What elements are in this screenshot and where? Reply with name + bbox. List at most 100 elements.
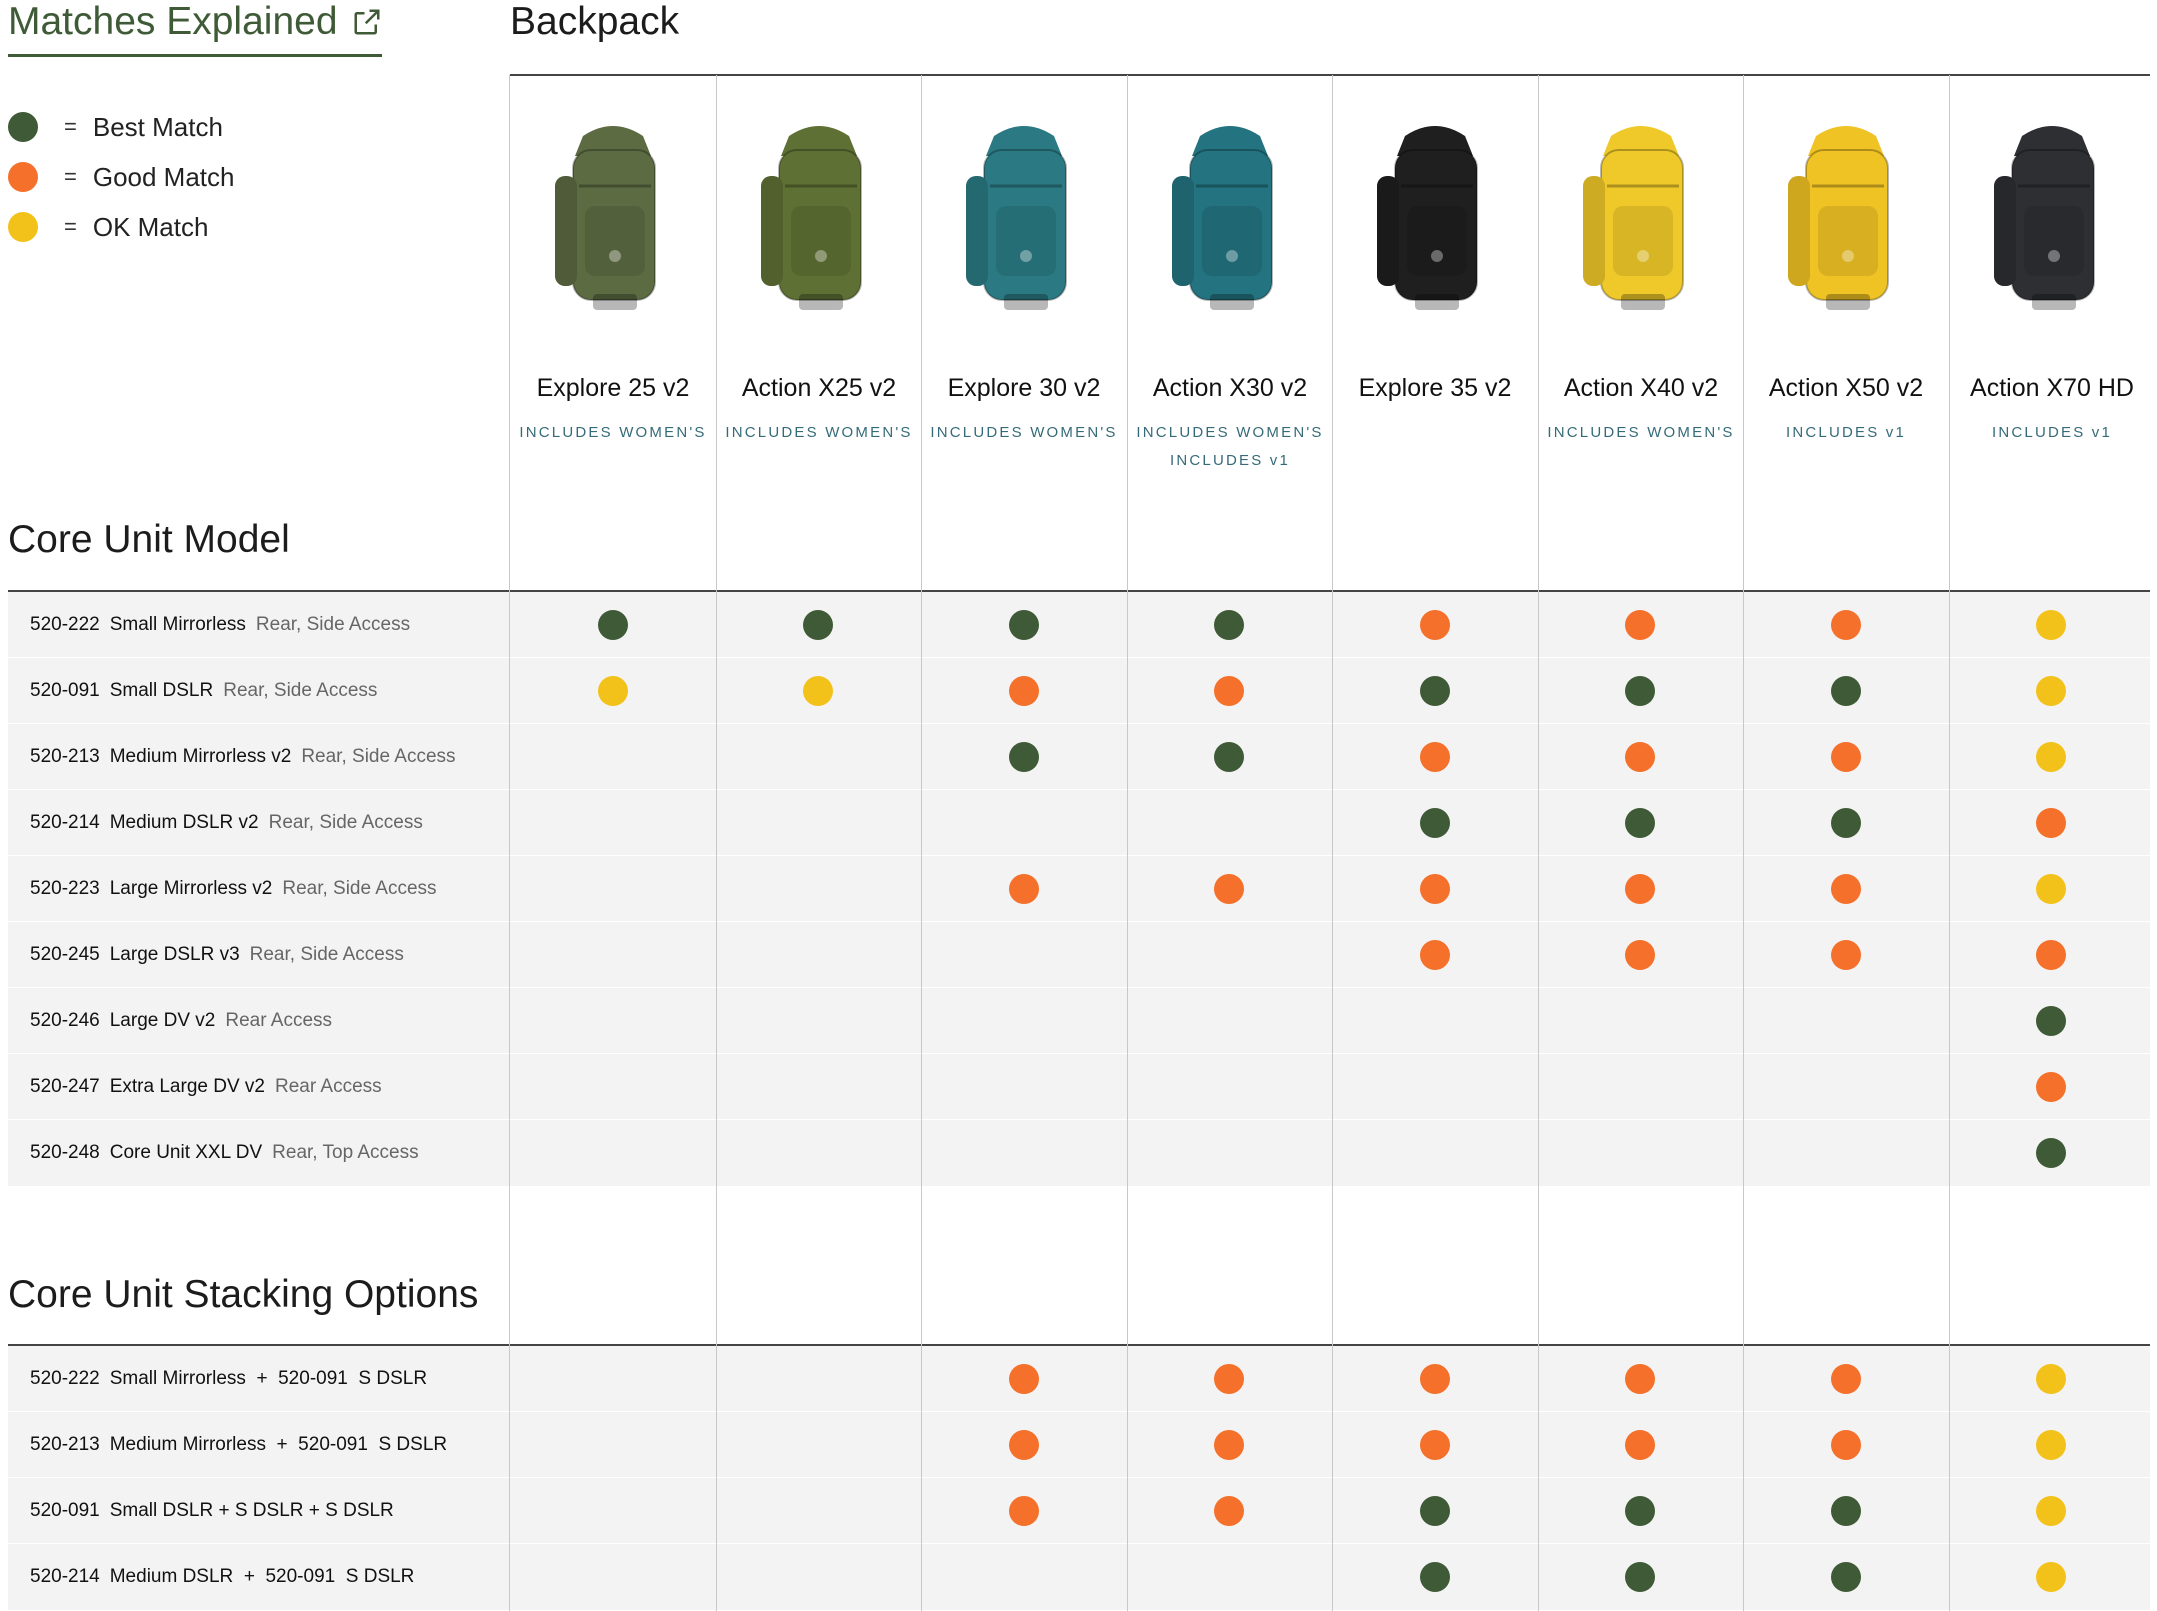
- product-note: INCLUDES v1: [1743, 419, 1949, 447]
- core-unit-access: Rear, Side Access: [268, 812, 423, 833]
- product-name[interactable]: Action X30 v2: [1127, 374, 1333, 403]
- best-match-dot-icon: [1625, 1496, 1655, 1526]
- core-unit-name: Large Mirrorless v2: [109, 878, 273, 899]
- core-unit-access: Rear, Side Access: [223, 680, 378, 701]
- matches-explained-link[interactable]: Matches Explained: [8, 0, 382, 57]
- table-row: 520-214 Medium DSLR v2 Rear, Side Access: [8, 790, 2150, 856]
- product-column-header[interactable]: Action X25 v2 INCLUDES WOMEN'S: [716, 76, 922, 447]
- product-name[interactable]: Explore 25 v2: [510, 374, 716, 403]
- row-separator: [8, 657, 2150, 658]
- product-column-header[interactable]: Explore 30 v2 INCLUDES WOMEN'S: [921, 76, 1127, 447]
- core-unit-name: Medium DSLR v2: [109, 812, 259, 833]
- good-match-dot-icon: [1625, 940, 1655, 970]
- good-match-dot-icon: [1831, 1364, 1861, 1394]
- core-unit-code: 520-213: [30, 1434, 100, 1455]
- product-column-header[interactable]: Action X50 v2 INCLUDES v1: [1743, 76, 1949, 447]
- good-match-dot-icon: [1009, 1430, 1039, 1460]
- row-separator: [8, 1477, 2150, 1478]
- core-unit-code: 520-222: [30, 1368, 100, 1389]
- row-separator: [8, 1543, 2150, 1544]
- best-match-dot-icon: [1831, 676, 1861, 706]
- product-image[interactable]: [944, 76, 1104, 346]
- backpack-image: [1172, 126, 1273, 310]
- best-match-dot-icon: [1625, 676, 1655, 706]
- row-label: 520-222 Small Mirrorless + 520-091 S DSLR: [30, 1346, 437, 1412]
- good-match-dot-icon: [1009, 676, 1039, 706]
- product-column-header[interactable]: Action X70 HD INCLUDES v1: [1949, 76, 2155, 447]
- product-image[interactable]: [1355, 76, 1515, 346]
- product-note-line: INCLUDES WOMEN'S: [1136, 424, 1324, 441]
- good-match-dot-icon: [1831, 874, 1861, 904]
- core-unit-name: Medium Mirrorless + 520-091 S DSLR: [109, 1434, 448, 1455]
- product-image[interactable]: [1150, 76, 1310, 346]
- product-name[interactable]: Action X50 v2: [1743, 374, 1949, 403]
- product-note-line: INCLUDES WOMEN'S: [725, 424, 913, 441]
- row-label: 520-248 Core Unit XXL DV Rear, Top Access: [30, 1120, 419, 1186]
- ok-match-dot-icon: [2036, 610, 2066, 640]
- good-match-dot-icon: [1009, 1496, 1039, 1526]
- good-match-dot-icon: [2036, 940, 2066, 970]
- core-unit-code: 520-091: [30, 1500, 100, 1521]
- core-unit-access: Rear, Side Access: [282, 878, 437, 899]
- good-match-dot-icon: [1831, 940, 1861, 970]
- good-match-dot-icon: [1214, 1430, 1244, 1460]
- good-match-dot-icon: [1420, 940, 1450, 970]
- good-match-dot-icon: [1214, 676, 1244, 706]
- product-image[interactable]: [533, 76, 693, 346]
- match-legend: = Best Match = Good Match = OK Match: [8, 102, 235, 252]
- table-row: 520-213 Medium Mirrorless + 520-091 S DSL…: [8, 1412, 2150, 1478]
- product-image[interactable]: [739, 76, 899, 346]
- core-unit-name: Medium Mirrorless v2: [109, 746, 292, 767]
- core-unit-name: Large DSLR v3: [109, 944, 240, 965]
- core-unit-access: Rear, Top Access: [272, 1142, 419, 1163]
- best-match-dot-icon: [1831, 808, 1861, 838]
- product-note-line: INCLUDES v1: [1169, 452, 1291, 469]
- product-name[interactable]: Explore 35 v2: [1332, 374, 1538, 403]
- table-row: 520-213 Medium Mirrorless v2 Rear, Side Ac…: [8, 724, 2150, 790]
- legend-label: Best Match: [92, 111, 223, 142]
- table-row: 520-245 Large DSLR v3 Rear, Side Access: [8, 922, 2150, 988]
- best-match-dot-icon: [598, 610, 628, 640]
- table-row: 520-247 Extra Large DV v2 Rear Access: [8, 1054, 2150, 1120]
- core-unit-code: 520-223: [30, 878, 100, 899]
- product-name[interactable]: Action X40 v2: [1538, 374, 1744, 403]
- product-note-line: INCLUDES WOMEN'S: [1547, 424, 1735, 441]
- core-unit-code: 520-214: [30, 812, 100, 833]
- core-unit-code: 520-245: [30, 944, 100, 965]
- row-label: 520-214 Medium DSLR v2 Rear, Side Access: [30, 790, 423, 856]
- core-unit-access: Rear Access: [225, 1010, 333, 1031]
- core-unit-name: Core Unit XXL DV: [109, 1142, 263, 1163]
- product-name[interactable]: Action X25 v2: [716, 374, 922, 403]
- best-match-dot-icon: [1420, 1496, 1450, 1526]
- best-match-dot-icon: [1009, 742, 1039, 772]
- good-match-dot-icon: [1214, 1496, 1244, 1526]
- best-match-dot-icon: [1214, 610, 1244, 640]
- table-row: 520-223 Large Mirrorless v2 Rear, Side Acc…: [8, 856, 2150, 922]
- row-label: 520-222 Small Mirrorless Rear, Side Access: [30, 592, 410, 658]
- product-column-header[interactable]: Action X30 v2 INCLUDES WOMEN'S INCLUDES v1: [1127, 76, 1333, 475]
- best-match-dot-icon: [1831, 1562, 1861, 1592]
- product-note: INCLUDES WOMEN'S: [921, 419, 1127, 447]
- core-unit-code: 520-222: [30, 614, 100, 635]
- legend-label: Good Match: [92, 161, 235, 192]
- legend-best-match: = Best Match: [8, 102, 235, 152]
- product-image[interactable]: [1972, 76, 2132, 346]
- product-column-header[interactable]: Explore 25 v2 INCLUDES WOMEN'S: [510, 76, 716, 447]
- product-name[interactable]: Explore 30 v2: [921, 374, 1127, 403]
- product-column-header[interactable]: Explore 35 v2: [1332, 76, 1538, 403]
- best-match-dot-icon: [1625, 1562, 1655, 1592]
- product-image[interactable]: [1766, 76, 1926, 346]
- best-match-dot-icon: [1214, 742, 1244, 772]
- product-name[interactable]: Action X70 HD: [1949, 374, 2155, 403]
- core-unit-name: Large DV v2: [109, 1010, 216, 1031]
- best-match-dot-icon: [1420, 1562, 1450, 1592]
- best-match-dot-icon: [1420, 808, 1450, 838]
- backpack-image: [555, 126, 656, 310]
- product-note-line: INCLUDES WOMEN'S: [519, 424, 707, 441]
- table-row: 520-214 Medium DSLR + 520-091 S DSLR: [8, 1544, 2150, 1610]
- row-separator: [8, 1411, 2150, 1412]
- product-image[interactable]: [1561, 76, 1721, 346]
- good-match-dot-icon: [1420, 742, 1450, 772]
- backpack-image: [1377, 126, 1478, 310]
- product-column-header[interactable]: Action X40 v2 INCLUDES WOMEN'S: [1538, 76, 1744, 447]
